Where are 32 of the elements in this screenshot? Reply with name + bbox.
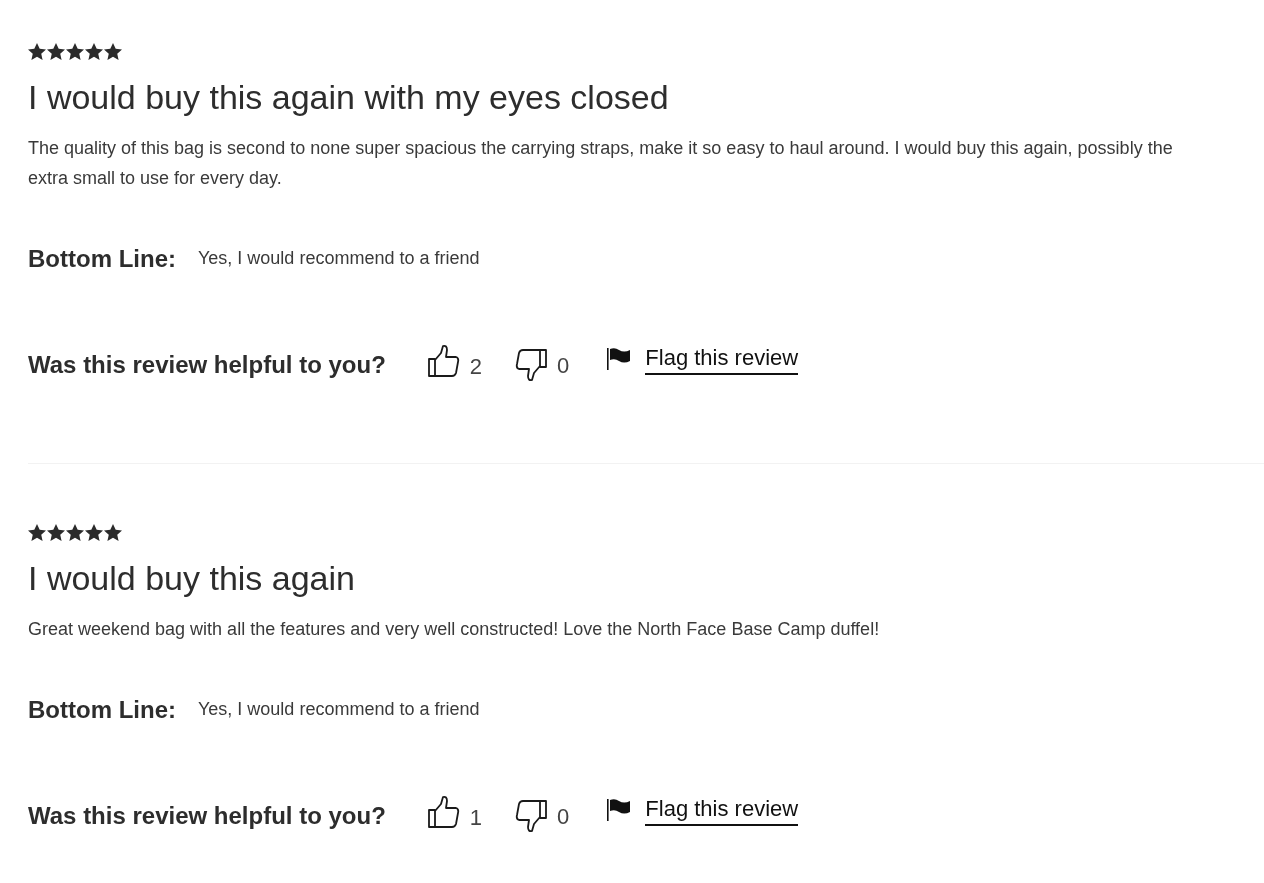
filled-star-icon xyxy=(28,42,46,60)
flag-review-link[interactable]: Flag this review xyxy=(645,343,799,375)
review-title: I would buy this again xyxy=(28,558,355,598)
thumbs-down-icon xyxy=(515,799,548,833)
filled-star-icon xyxy=(28,523,46,541)
bottom-line-value: Yes, I would recommend to a friend xyxy=(198,697,480,721)
bottom-line-value: Yes, I would recommend to a friend xyxy=(198,246,480,270)
thumbs-up-icon xyxy=(427,794,460,828)
helpful-yes-button[interactable]: 2 xyxy=(427,337,483,383)
filled-star-icon xyxy=(85,523,103,541)
filled-star-icon xyxy=(47,42,65,60)
thumbs-down-icon xyxy=(515,348,548,382)
bottom-line-label: Bottom Line: xyxy=(28,244,176,274)
review-text: The quality of this bag is second to none super spacious the carrying straps, make it so easy to haul around. I would buy this again, possibly the extra small to use for every day. xyxy=(28,137,1174,190)
bottom-line-label: Bottom Line: xyxy=(28,695,176,725)
flag-icon xyxy=(607,799,632,821)
review-text: Great weekend bag with all the features and very well constructed! Love the North Face Base Camp duffel! xyxy=(28,618,881,641)
flag-review-link[interactable]: Flag this review xyxy=(645,794,799,826)
review-title: I would buy this again with my eyes closed xyxy=(28,77,669,117)
filled-star-icon xyxy=(104,42,122,60)
filled-star-icon xyxy=(47,523,65,541)
filled-star-icon xyxy=(66,523,84,541)
helpful-question: Was this review helpful to you? xyxy=(28,801,386,831)
filled-star-icon xyxy=(85,42,103,60)
filled-star-icon xyxy=(104,523,122,541)
flag-icon xyxy=(607,348,632,370)
filled-star-icon xyxy=(66,42,84,60)
helpful-question: Was this review helpful to you? xyxy=(28,350,386,380)
helpful-no-button[interactable]: 0 xyxy=(515,348,570,382)
helpful-yes-button[interactable]: 1 xyxy=(427,788,483,834)
helpful-no-button[interactable]: 0 xyxy=(515,799,570,833)
thumbs-up-icon xyxy=(427,343,460,377)
